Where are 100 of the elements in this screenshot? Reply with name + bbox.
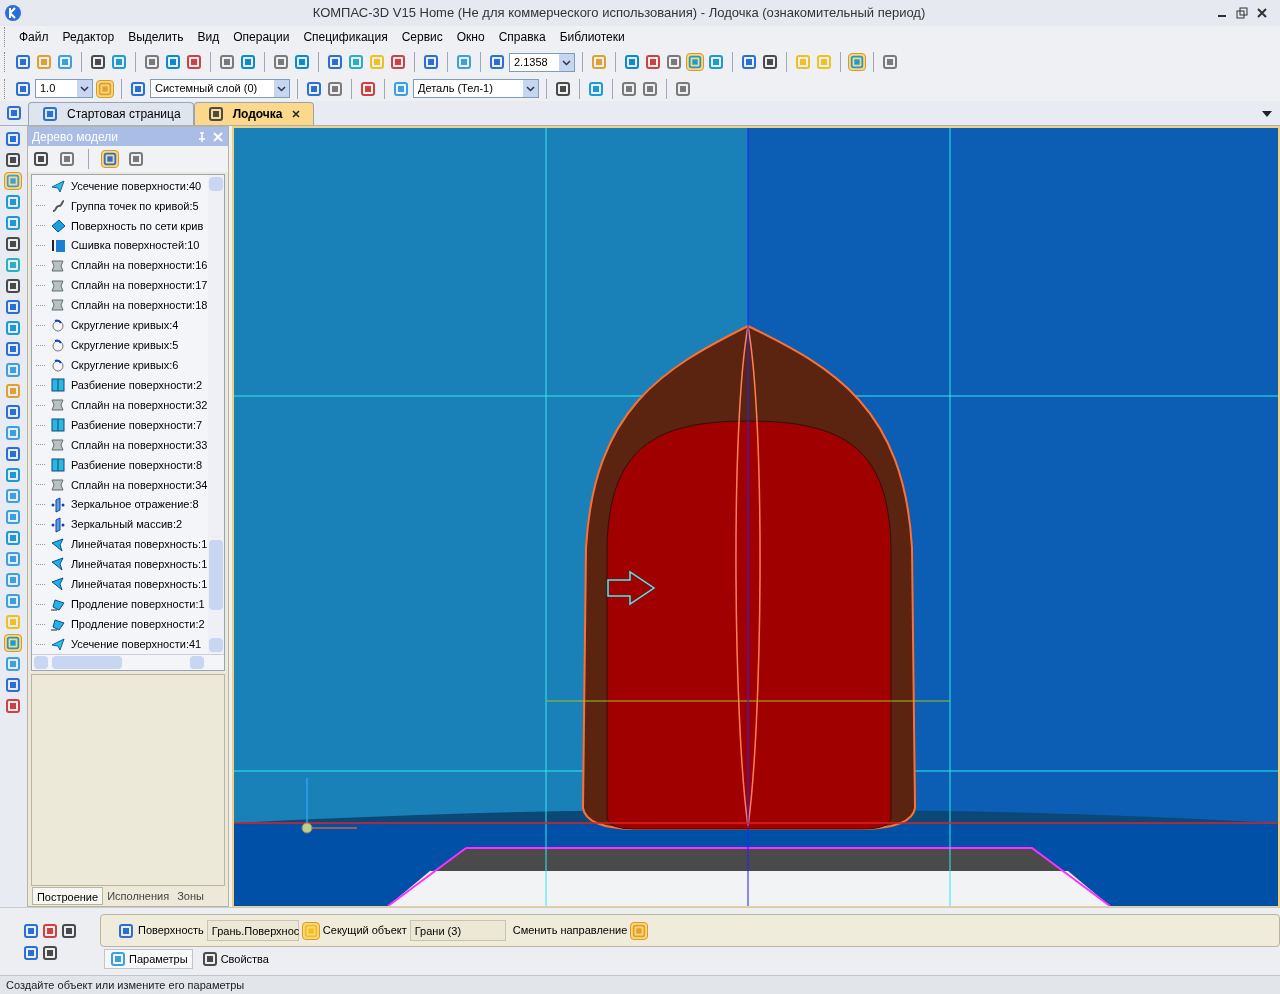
tool-icon[interactable] [623, 53, 641, 71]
tool-icon[interactable] [5, 104, 23, 122]
menu-item[interactable]: Справка [492, 28, 552, 46]
tool-icon[interactable] [41, 921, 59, 940]
tool-icon[interactable] [620, 79, 638, 98]
panel-tab[interactable]: Построение [31, 887, 104, 905]
tool-icon[interactable] [641, 79, 659, 98]
tree-item[interactable]: Усечение поверхности:40 [35, 176, 208, 196]
menu-item[interactable]: Спецификация [297, 28, 394, 46]
menu-item[interactable]: Библиотеки [553, 28, 631, 46]
tool-icon[interactable] [57, 150, 76, 168]
tree-item[interactable]: Продление поверхности:1 [35, 594, 208, 615]
document-tab[interactable]: Стартовая страница [28, 102, 194, 125]
tool-icon[interactable] [185, 53, 203, 71]
tool-icon[interactable] [31, 150, 50, 168]
tree-item[interactable]: Зеркальное отражение:8 [35, 494, 208, 515]
direction-arrow-icon[interactable] [607, 570, 656, 606]
properties-tab[interactable]: Параметры [104, 949, 193, 969]
tree-item[interactable]: Сплайн на поверхности:18 [35, 295, 208, 316]
tool-icon[interactable] [22, 921, 41, 940]
tree-item[interactable]: Разбиение поверхности:8 [35, 454, 208, 475]
tool-icon[interactable] [881, 53, 899, 71]
tool-icon[interactable] [326, 53, 344, 71]
dropdown-field[interactable]: 2.1358 [509, 52, 575, 72]
tool-icon[interactable] [326, 79, 344, 98]
input-field[interactable]: Грань.Поверхнос [206, 920, 299, 941]
tool-icon[interactable] [272, 53, 290, 71]
tool-icon[interactable] [740, 53, 758, 71]
tool-icon[interactable] [389, 53, 407, 71]
close-icon[interactable] [1256, 7, 1268, 19]
tool-icon[interactable] [129, 79, 147, 98]
tree-item[interactable]: Усечение поверхности:41 [35, 634, 208, 654]
tool-icon[interactable] [4, 235, 23, 253]
tool-icon[interactable] [359, 79, 377, 98]
vertical-scrollbar[interactable] [208, 175, 224, 654]
properties-tab[interactable]: Свойства [196, 949, 273, 969]
tool-icon[interactable] [126, 150, 145, 168]
tool-icon[interactable] [218, 53, 236, 71]
tool-icon[interactable] [488, 53, 506, 71]
tool-icon[interactable] [200, 950, 219, 968]
dropdown-field[interactable]: Системный слой (0) [150, 79, 290, 98]
tree-item[interactable]: Сплайн на поверхности:16 [35, 255, 208, 276]
input-field[interactable]: Грани (3) [409, 920, 506, 941]
tabs-dropdown-icon[interactable] [1262, 111, 1272, 117]
tool-icon[interactable] [41, 105, 59, 123]
tool-icon[interactable] [89, 53, 107, 71]
tool-icon[interactable] [14, 53, 32, 71]
tool-icon[interactable] [4, 298, 23, 316]
tool-icon[interactable] [644, 53, 662, 71]
tool-icon[interactable] [674, 79, 692, 98]
tree-item[interactable]: Разбиение поверхности:2 [35, 375, 208, 396]
tool-icon[interactable] [665, 53, 683, 71]
tool-icon[interactable] [59, 921, 78, 940]
tool-icon[interactable] [305, 79, 323, 98]
tree-item[interactable]: Скругление кривых:6 [35, 355, 208, 376]
tool-icon[interactable] [100, 150, 119, 168]
panel-tab[interactable]: Исполнения [103, 887, 174, 905]
panel-tab[interactable]: Зоны [173, 887, 208, 905]
tool-icon[interactable] [4, 403, 23, 421]
tool-icon[interactable] [4, 130, 23, 148]
tool-icon[interactable] [4, 676, 23, 694]
tool-icon[interactable] [554, 79, 572, 98]
tree-item[interactable]: Линейчатая поверхность:1 [35, 574, 208, 595]
tool-icon[interactable] [4, 277, 23, 295]
tree-item[interactable]: Линейчатая поверхность:1 [35, 534, 208, 555]
horizontal-scrollbar[interactable] [31, 654, 224, 670]
tree-item[interactable]: Сплайн на поверхности:33 [35, 435, 208, 455]
tool-icon[interactable] [4, 151, 23, 169]
tree-item[interactable]: Группа точек по кривой:5 [35, 195, 208, 216]
tool-icon[interactable] [206, 105, 225, 123]
tool-icon[interactable] [293, 53, 311, 71]
tree-item[interactable]: Линейчатая поверхность:1 [35, 554, 208, 575]
menu-item[interactable]: Окно [450, 28, 491, 46]
tool-icon[interactable] [422, 53, 440, 71]
tool-icon[interactable] [117, 921, 135, 940]
tree-item[interactable]: Сплайн на поверхности:32 [35, 395, 208, 416]
menu-item[interactable]: Выделить [122, 28, 190, 46]
menu-item[interactable]: Сервис [395, 28, 449, 46]
menu-item[interactable]: Вид [191, 28, 226, 46]
tool-icon[interactable] [14, 79, 32, 98]
tree-item[interactable]: Продление поверхности:2 [35, 614, 208, 635]
tool-icon[interactable] [4, 697, 23, 715]
document-tab[interactable]: Лодочка [193, 102, 314, 125]
dropdown-field[interactable]: Деталь (Тел-1) [413, 79, 539, 98]
tool-icon[interactable] [239, 53, 257, 71]
tree-item[interactable]: Зеркальный массив:2 [35, 514, 208, 535]
action-label[interactable]: Сменить направление [512, 922, 628, 939]
menu-item[interactable]: Редактор [56, 28, 121, 46]
close-tab-icon[interactable] [290, 109, 301, 119]
boat-model[interactable] [582, 325, 916, 830]
dropdown-field[interactable]: 1.0 [35, 79, 93, 98]
tree-item[interactable]: Сплайн на поверхности:34 [35, 474, 208, 495]
tree-item[interactable]: Поверхность по сети крив [35, 215, 208, 236]
tool-icon[interactable] [4, 445, 23, 463]
viewport-drawing[interactable] [234, 128, 1278, 906]
tree-item[interactable]: Скругление кривых:5 [35, 335, 208, 356]
menu-item[interactable]: Операции [227, 28, 296, 46]
tool-icon[interactable] [41, 943, 59, 962]
tool-icon[interactable] [143, 53, 161, 71]
tool-icon[interactable] [4, 340, 23, 358]
